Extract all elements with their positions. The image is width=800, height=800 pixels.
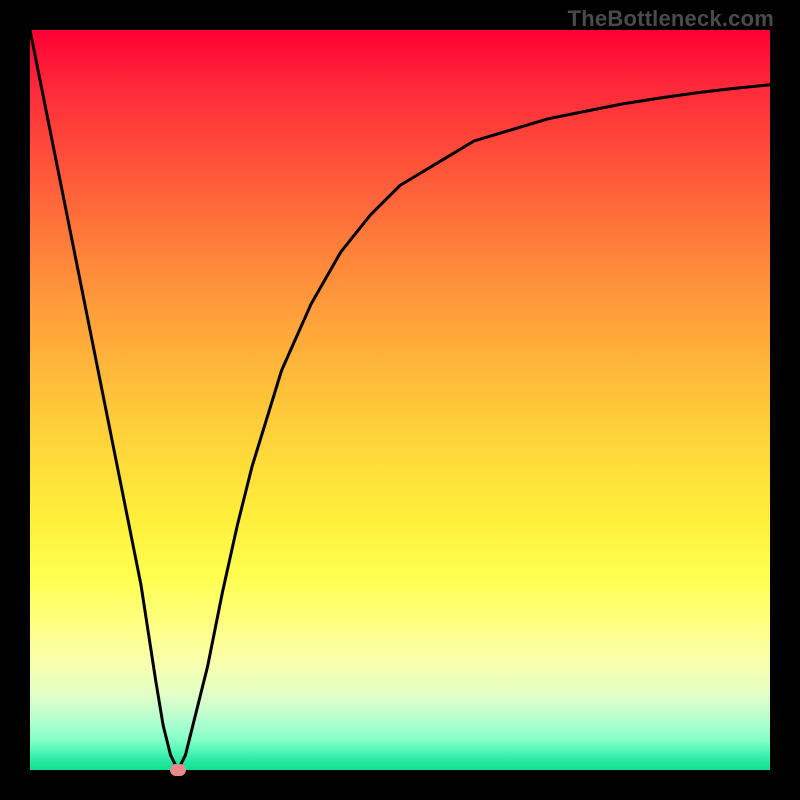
bottleneck-curve [30,30,770,770]
curve-svg [30,30,770,770]
min-marker [170,764,186,776]
plot-area [30,30,770,770]
chart-container: TheBottleneck.com [0,0,800,800]
watermark-text: TheBottleneck.com [568,6,774,32]
